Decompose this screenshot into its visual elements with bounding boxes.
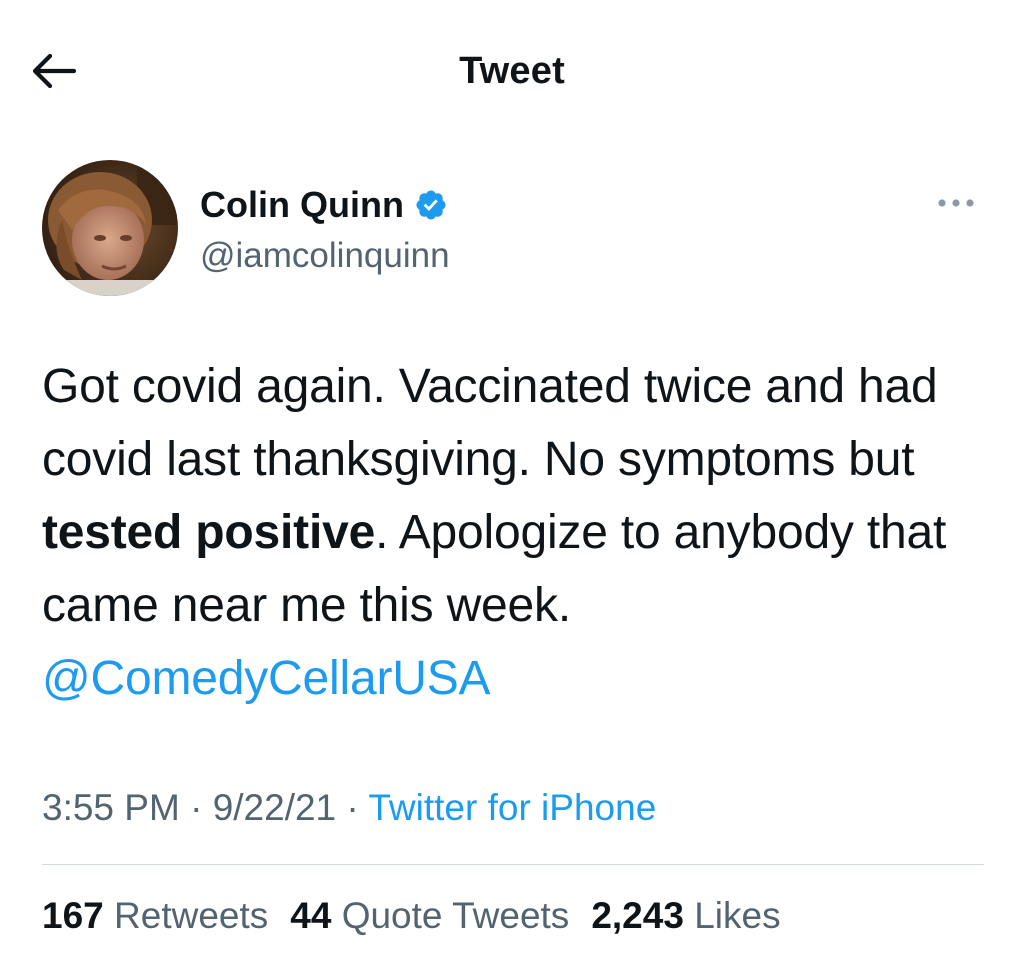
tweet-date[interactable]: 9/22/21 [213, 787, 336, 828]
page-title: Tweet [459, 50, 565, 92]
retweets-label: Retweets [114, 895, 269, 936]
likes-stat[interactable]: 2,243 Likes [591, 892, 780, 940]
retweets-count: 167 [42, 895, 104, 936]
top-bar: Tweet [0, 0, 1024, 140]
tweet-meta: 3:55 PM · 9/22/21 · Twitter for iPhone [42, 784, 656, 832]
meta-separator: · [336, 787, 369, 828]
author-handle[interactable]: @iamcolinquinn [200, 234, 450, 278]
avatar-image [42, 160, 178, 296]
author-name-row: Colin Quinn [200, 182, 448, 228]
more-options-button[interactable] [930, 188, 982, 218]
retweets-stat[interactable]: 167 Retweets [42, 892, 268, 940]
tweet-stats: 167 Retweets 44 Quote Tweets 2,243 Likes [42, 892, 803, 940]
author-name[interactable]: Colin Quinn [200, 182, 404, 228]
likes-label: Likes [694, 895, 781, 936]
meta-separator: · [179, 787, 213, 828]
tweet-source-link[interactable]: Twitter for iPhone [368, 787, 656, 828]
quote-tweets-stat[interactable]: 44 Quote Tweets [290, 892, 569, 940]
quote-tweets-count: 44 [290, 895, 332, 936]
tweet-text-part-1: Got covid again. Vaccinated twice and ha… [42, 360, 938, 486]
tweet-time[interactable]: 3:55 PM [42, 787, 180, 828]
more-dots-icon [938, 199, 974, 207]
mention-link[interactable]: @ComedyCellarUSA [42, 652, 491, 705]
divider [42, 864, 984, 865]
likes-count: 2,243 [591, 895, 684, 936]
tweet-text: Got covid again. Vaccinated twice and ha… [42, 350, 992, 715]
avatar[interactable] [42, 160, 178, 296]
quote-tweets-label: Quote Tweets [341, 895, 570, 936]
tweet-text-bold: tested positive [42, 506, 376, 559]
tweet-author: Colin Quinn @iamcolinquinn [42, 160, 982, 300]
verified-badge-icon [414, 188, 448, 222]
